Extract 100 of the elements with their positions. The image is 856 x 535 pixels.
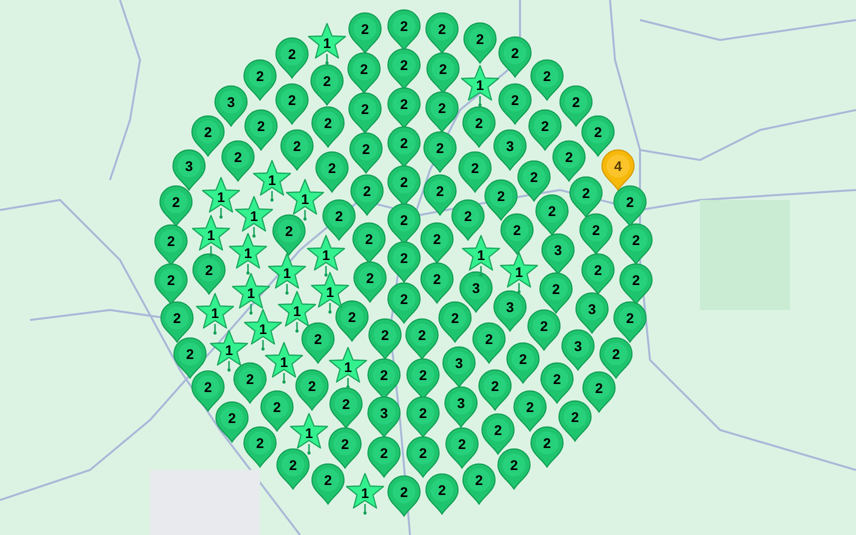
map-pin[interactable]: 2 <box>276 448 310 490</box>
map-pin[interactable]: 2 <box>322 199 356 241</box>
map-pin[interactable]: 2 <box>497 448 531 490</box>
map-pin[interactable]: 2 <box>328 427 362 469</box>
map-pin[interactable]: 2 <box>558 400 592 442</box>
map-pin[interactable]: 2 <box>350 174 384 216</box>
map-pin[interactable]: 3 <box>444 386 478 428</box>
map-pin[interactable]: 2 <box>191 370 225 412</box>
map-pin[interactable]: 3 <box>459 271 493 313</box>
map-pin[interactable]: 2 <box>613 301 647 343</box>
map-pin[interactable]: 2 <box>425 91 459 133</box>
map-pin[interactable]: 2 <box>275 37 309 79</box>
map-pin[interactable]: 2 <box>353 261 387 303</box>
map-pin[interactable]: 2 <box>458 151 492 193</box>
map-pin[interactable]: 2 <box>347 52 381 94</box>
map-pin[interactable]: 2 <box>387 9 421 51</box>
map-pin[interactable]: 2 <box>368 318 402 360</box>
map-pin[interactable]: 2 <box>311 106 345 148</box>
map-pin[interactable]: 2 <box>420 222 454 264</box>
map-pin[interactable]: 3 <box>493 290 527 332</box>
map-pin[interactable]: 2 <box>243 59 277 101</box>
map-pin[interactable]: 2 <box>387 48 421 90</box>
map-pin[interactable]: 2 <box>528 109 562 151</box>
map-pin[interactable]: 2 <box>387 241 421 283</box>
map-pin[interactable]: 2 <box>613 185 647 227</box>
map-pin[interactable]: 2 <box>445 427 479 469</box>
map-pin[interactable]: 2 <box>335 300 369 342</box>
map-pin[interactable]: 2 <box>154 263 188 305</box>
map-pin[interactable]: 2 <box>329 387 363 429</box>
map-pin[interactable]: 2 <box>425 473 459 515</box>
map-pin[interactable]: 2 <box>540 362 574 404</box>
map-pin[interactable]: 2 <box>619 223 653 265</box>
map-pin[interactable]: 2 <box>311 463 345 505</box>
map-pin[interactable]: 2 <box>472 322 506 364</box>
map-pin[interactable]: 2 <box>581 253 615 295</box>
map-pin[interactable]: 2 <box>191 115 225 157</box>
map-pin[interactable]: 2 <box>348 92 382 134</box>
map-pin[interactable]: 2 <box>275 83 309 125</box>
map-pin[interactable]: 2 <box>406 396 440 438</box>
map-pin[interactable]: 2 <box>506 342 540 384</box>
map-pin[interactable]: 2 <box>315 151 349 193</box>
map-pin[interactable]: 2 <box>310 64 344 106</box>
map-pin[interactable]: 2 <box>539 272 573 314</box>
map-pin[interactable]: 2 <box>478 369 512 411</box>
map-pin[interactable]: 2 <box>498 36 532 78</box>
map-pin[interactable]: 2 <box>301 322 335 364</box>
map-pin[interactable]: 2 <box>552 140 586 182</box>
map-pin[interactable]: 2 <box>387 475 421 517</box>
map-pin[interactable]: 2 <box>599 337 633 379</box>
map-pin[interactable]: 2 <box>582 371 616 413</box>
map-pin[interactable]: 2 <box>438 301 472 343</box>
map-pin[interactable]: 2 <box>420 262 454 304</box>
map-pin[interactable]: 2 <box>619 263 653 305</box>
map-pin[interactable]: 3 <box>214 85 248 127</box>
map-pin[interactable]: 2 <box>451 199 485 241</box>
map-view[interactable] <box>0 0 856 535</box>
map-pin[interactable]: 2 <box>484 179 518 221</box>
map-pin[interactable]: 2 <box>530 426 564 468</box>
map-pin[interactable]: 2 <box>280 129 314 171</box>
map-pin[interactable]: 2 <box>387 126 421 168</box>
map-pin[interactable]: 3 <box>367 396 401 438</box>
map-pin[interactable]: 2 <box>462 106 496 148</box>
map-pin[interactable]: 2 <box>426 52 460 94</box>
map-pin[interactable]: 2 <box>423 131 457 173</box>
map-pin[interactable]: 3 <box>172 149 206 191</box>
map-pin[interactable]: 2 <box>244 109 278 151</box>
map-pin[interactable]: 3 <box>442 346 476 388</box>
map-pin[interactable]: 2 <box>500 213 534 255</box>
map-pin[interactable]: 2 <box>243 426 277 468</box>
map-pin[interactable]: 2 <box>173 337 207 379</box>
map-pin[interactable]: 2 <box>154 224 188 266</box>
map-pin[interactable]: 2 <box>272 214 306 256</box>
map-pin[interactable]: 2 <box>348 12 382 54</box>
map-pin[interactable]: 2 <box>405 318 439 360</box>
map-pin[interactable]: 2 <box>581 115 615 157</box>
map-pin[interactable]: 2 <box>159 185 193 227</box>
map-pin[interactable]: 2 <box>221 140 255 182</box>
map-pin[interactable]: 2 <box>406 436 440 478</box>
map-pin[interactable]: 2 <box>513 390 547 432</box>
map-pin[interactable]: 3 <box>575 292 609 334</box>
map-pin[interactable]: 2 <box>425 12 459 54</box>
map-pin[interactable]: 2 <box>481 413 515 455</box>
map-pin[interactable]: 2 <box>498 83 532 125</box>
map-pin[interactable]: 2 <box>579 213 613 255</box>
map-pin[interactable]: 3 <box>541 233 575 275</box>
map-pin[interactable]: 2 <box>160 301 194 343</box>
map-pin[interactable]: 2 <box>233 362 267 404</box>
map-pin[interactable]: 2 <box>535 194 569 236</box>
map-pin[interactable]: 2 <box>260 390 294 432</box>
map-pin[interactable]: 2 <box>215 401 249 443</box>
map-pin[interactable]: 2 <box>517 160 551 202</box>
map-pin[interactable]: 2 <box>423 174 457 216</box>
map-pin[interactable]: 2 <box>387 282 421 324</box>
map-pin[interactable]: 2 <box>527 309 561 351</box>
map-pin[interactable]: 2 <box>367 436 401 478</box>
map-pin[interactable]: 3 <box>561 329 595 371</box>
map-pin[interactable]: 2 <box>387 87 421 129</box>
map-pin[interactable]: 2 <box>349 132 383 174</box>
map-pin[interactable]: 3 <box>493 129 527 171</box>
map-pin[interactable]: 2 <box>352 222 386 264</box>
